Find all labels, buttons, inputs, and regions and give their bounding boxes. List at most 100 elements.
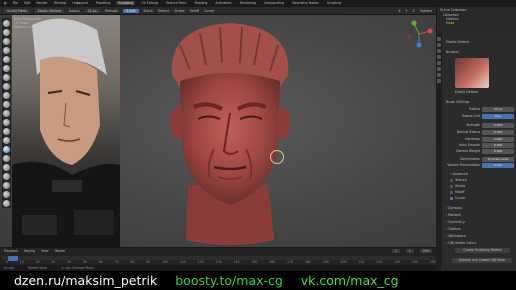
tab-compositing[interactable]: Compositing <box>262 1 286 5</box>
modifier-tab-icon[interactable] <box>437 73 441 77</box>
mode-selector[interactable]: Sculpt Mode <box>4 9 30 13</box>
symmetry-z[interactable]: Z <box>413 9 415 13</box>
brushes-section-label[interactable]: Brushes <box>446 50 459 54</box>
tab-sculpting[interactable]: Sculpting <box>116 1 136 5</box>
blob-brush-icon[interactable] <box>3 74 10 81</box>
create-sculpting-palette-button[interactable]: Create Sculpting Palette <box>455 248 510 253</box>
elastic-deform-brush-icon[interactable] <box>3 146 10 153</box>
subpanel-cursor[interactable]: Cursor <box>450 196 465 200</box>
banner-link-dzen[interactable]: dzen.ru/maksim_petrik <box>14 273 157 288</box>
panel-options[interactable]: › Options <box>446 227 461 231</box>
crease-brush-icon[interactable] <box>3 83 10 90</box>
timeline-frame-number: 140 <box>233 260 240 264</box>
field-volume-preservation[interactable]: Volume Preservation 0.400 <box>444 163 514 168</box>
scrape-brush-icon[interactable] <box>3 119 10 126</box>
clay-strips-brush-icon[interactable] <box>3 47 10 54</box>
menu-file[interactable]: File <box>13 1 18 5</box>
pose-brush-icon[interactable] <box>3 173 10 180</box>
tab-shading[interactable]: Shading <box>192 1 209 5</box>
timeline-frame-number: 110 <box>179 260 187 264</box>
field-strength[interactable]: Strength 0.200 <box>444 123 514 128</box>
render-tab-icon[interactable] <box>437 43 441 47</box>
clay-brush-icon[interactable] <box>3 38 10 45</box>
menu-brush[interactable]: Brush <box>144 9 153 13</box>
timeline-frame-number: 150 <box>251 260 258 264</box>
draw-brush-icon[interactable] <box>3 20 10 27</box>
menu-stroke[interactable]: Stroke <box>174 9 184 13</box>
menu-cursor[interactable]: Cursor <box>204 9 214 13</box>
inflate-brush-icon[interactable] <box>3 65 10 72</box>
draw-sharp-brush-icon[interactable] <box>3 29 10 36</box>
field-hardness[interactable]: Hardness 0.000 <box>444 137 514 142</box>
timeline-view-menu[interactable]: View <box>41 249 49 253</box>
banner-link-boosty[interactable]: boosty.to/max-cg <box>175 273 283 288</box>
tab-animation[interactable]: Animation <box>213 1 233 5</box>
timeline-playback-menu[interactable]: Playback <box>4 249 18 253</box>
start-frame-field[interactable]: 1 <box>405 249 414 253</box>
pinch-brush-icon[interactable] <box>3 128 10 135</box>
panel-workspace[interactable]: › Workspace <box>446 234 466 238</box>
subpanel-advanced[interactable]: › Advanced <box>450 172 468 176</box>
brush-preview-thumbnail[interactable] <box>455 58 489 88</box>
active-tool[interactable]: Elastic Deform <box>34 9 64 13</box>
tab-scripting[interactable]: Scripting <box>325 1 343 5</box>
panel-dyntopo[interactable]: › Dyntopo <box>446 206 462 210</box>
tab-modeling[interactable]: Modeling <box>94 1 113 5</box>
strength-field[interactable]: 0.200 <box>123 9 139 13</box>
tab-layout[interactable]: Layout <box>75 1 90 5</box>
output-tab-icon[interactable] <box>437 49 441 53</box>
sculpted-head-mesh[interactable] <box>150 15 310 247</box>
tool-tab-icon[interactable] <box>437 37 441 41</box>
brush-settings-section-label[interactable]: Brush Settings <box>446 100 469 104</box>
thumb-brush-icon[interactable] <box>3 164 10 171</box>
current-frame-field[interactable]: 1 <box>391 249 400 253</box>
layer-brush-icon[interactable] <box>3 56 10 63</box>
mask-brush-icon[interactable] <box>3 200 10 207</box>
banner-link-vk[interactable]: vk.com/max_cg <box>301 273 399 288</box>
subpanel-texture[interactable]: Texture <box>450 178 467 182</box>
flatten-brush-icon[interactable] <box>3 101 10 108</box>
scene-tab-icon[interactable] <box>437 55 441 59</box>
snake-hook-brush-icon[interactable] <box>3 155 10 162</box>
menu-render[interactable]: Render <box>36 1 47 5</box>
tab-rendering[interactable]: Rendering <box>238 1 258 5</box>
object-tab-icon[interactable] <box>437 67 441 71</box>
field-radius-unit[interactable]: Radius Unit View <box>444 114 514 119</box>
rotate-brush-icon[interactable] <box>3 191 10 198</box>
menu-window[interactable]: Window <box>54 1 67 5</box>
material-tab-icon[interactable] <box>437 79 441 83</box>
panel-obj-vertex-colors[interactable]: › OBJ Vertex Colors <box>446 241 476 245</box>
tab-texture-paint[interactable]: Texture Paint <box>164 1 189 5</box>
nudge-brush-icon[interactable] <box>3 182 10 189</box>
sculpt-toolbar <box>2 18 11 208</box>
navigation-gizmo[interactable] <box>404 19 434 49</box>
end-frame-field[interactable]: 250 <box>419 249 432 253</box>
blender-logo-icon[interactable]: ◐ <box>4 1 7 5</box>
field-normal-radius[interactable]: Normal Radius 0.500 <box>444 130 514 135</box>
menu-edit[interactable]: Edit <box>24 1 30 5</box>
smooth-brush-icon[interactable] <box>3 92 10 99</box>
subpanel-stroke[interactable]: Stroke <box>450 184 465 188</box>
radius-field[interactable]: 32 px <box>84 9 100 13</box>
panel-remesh[interactable]: › Remesh <box>446 213 461 217</box>
menu-texture[interactable]: Texture <box>158 9 170 13</box>
tab-uv-editing[interactable]: UV Editing <box>139 1 160 5</box>
fill-brush-icon[interactable] <box>3 110 10 117</box>
symmetry-y[interactable]: Y <box>406 9 408 13</box>
subpanel-falloff[interactable]: Falloff <box>450 190 464 194</box>
sample-create-mask-button[interactable]: Sample and Create OBJ Mask <box>452 258 512 263</box>
symmetry-x[interactable]: X <box>398 9 400 13</box>
outliner-item-head[interactable]: Head <box>437 21 516 25</box>
timeline-marker-menu[interactable]: Marker <box>55 249 66 253</box>
menu-falloff[interactable]: Falloff <box>190 9 199 13</box>
field-normal-weight[interactable]: Normal Weight 0.000 <box>444 149 514 154</box>
timeline-keying-menu[interactable]: Keying <box>24 249 35 253</box>
field-radius[interactable]: Radius 32 px <box>444 107 514 112</box>
field-auto-smooth[interactable]: Auto-Smooth 0.000 <box>444 143 514 148</box>
options-menu[interactable]: Options <box>420 9 432 13</box>
tab-geometry-nodes[interactable]: Geometry Nodes <box>290 1 321 5</box>
grab-brush-icon[interactable] <box>3 137 10 144</box>
panel-symmetry[interactable]: › Symmetry <box>446 220 465 224</box>
field-deformation[interactable]: Deformation Tri-Scale Grab <box>444 157 514 162</box>
world-tab-icon[interactable] <box>437 61 441 65</box>
